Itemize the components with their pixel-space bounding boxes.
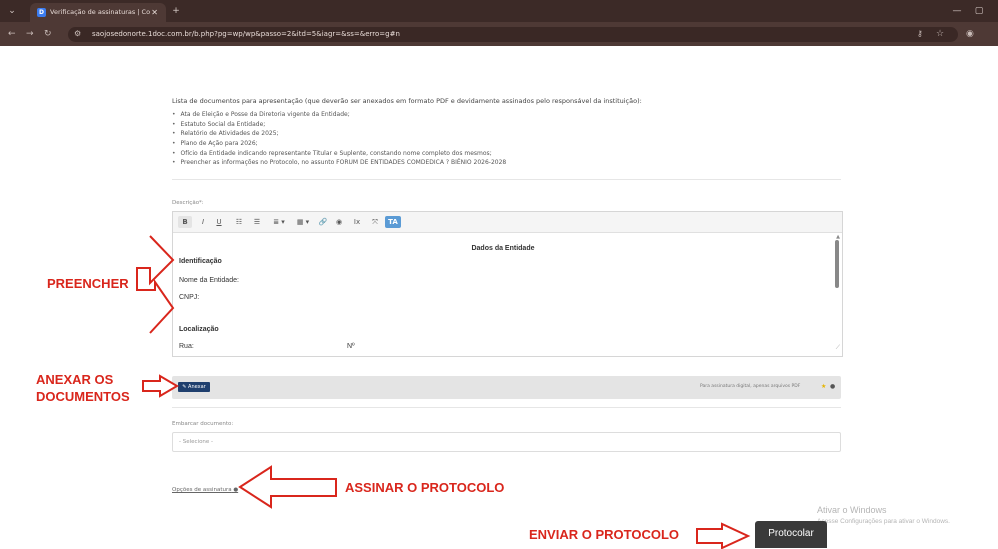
annotation-arrows (136, 235, 751, 549)
annotation-assinar: ASSINAR O PROTOCOLO (345, 480, 505, 495)
enviar-arrow (696, 522, 751, 549)
watermark-subtitle: Acesse Configurações para ativar o Windo… (817, 518, 950, 525)
protocolar-button[interactable]: Protocolar (755, 521, 827, 548)
annotation-enviar: ENVIAR O PROTOCOLO (529, 527, 679, 542)
assinar-arrow (238, 465, 337, 509)
anexar-arrow (142, 374, 179, 398)
watermark-title: Ativar o Windows (817, 505, 887, 515)
annotation-anexar-line2: DOCUMENTOS (36, 389, 130, 404)
annotation-preencher: PREENCHER (47, 276, 129, 291)
preencher-arrow (136, 235, 175, 334)
annotation-anexar-line1: ANEXAR OS (36, 372, 114, 387)
